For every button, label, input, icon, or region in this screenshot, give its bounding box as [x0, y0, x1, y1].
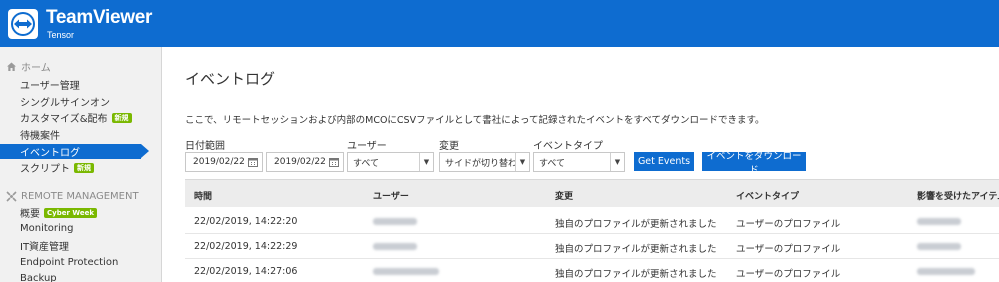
sidebar-item-endpoint-protection[interactable]: Endpoint Protection	[0, 255, 162, 270]
change-select[interactable]: サイドが切り替わり ▼	[439, 152, 530, 172]
download-events-button[interactable]: イベントをダウンロード	[702, 151, 806, 176]
sidebar-item-scripts[interactable]: スクリプト 新規	[0, 160, 162, 175]
sidebar-item-single-sign-on[interactable]: シングルサインオン	[0, 94, 162, 109]
change-select-value: サイドが切り替わり	[445, 158, 527, 169]
chevron-down-icon: ▼	[610, 153, 624, 171]
cell-event-type: ユーザーのプロファイル	[736, 219, 841, 230]
sidebar-item-user-management[interactable]: ユーザー管理	[0, 77, 162, 92]
event-type-label: イベントタイプ	[533, 141, 603, 152]
date-from-field[interactable]: 2019/02/22	[185, 152, 263, 172]
sidebar-item-label: 待機案件	[20, 131, 60, 142]
sidebar-item-label: カスタマイズ&配布	[20, 114, 108, 125]
sidebar-item-label: Backup	[20, 273, 57, 282]
sidebar-item-overview[interactable]: 概要 Cyber Week	[0, 205, 162, 220]
new-badge: 新規	[111, 112, 132, 123]
table-header: 時間 ユーザー 変更 イベントタイプ 影響を受けたアイテム	[185, 179, 999, 207]
sidebar: ホーム ユーザー管理 シングルサインオン カスタマイズ&配布 新規 待機案件 イ…	[0, 47, 162, 282]
user-filter-label: ユーザー	[347, 141, 387, 152]
redacted-affected-item	[917, 243, 961, 250]
sidebar-item-backup[interactable]: Backup	[0, 271, 162, 282]
sidebar-home-label: ホーム	[21, 62, 51, 74]
sidebar-item-monitoring[interactable]: Monitoring	[0, 221, 162, 236]
chevron-down-icon: ▼	[419, 153, 433, 171]
sidebar-item-label: Endpoint Protection	[20, 257, 119, 268]
cell-change: 独自のプロファイルが更新されました	[555, 269, 717, 280]
sidebar-item-label: 概要	[20, 209, 40, 220]
cell-time: 22/02/2019, 14:22:29	[194, 241, 298, 252]
redacted-affected-item	[917, 268, 975, 275]
cell-change: 独自のプロファイルが更新されました	[555, 219, 717, 230]
teamviewer-logo-icon[interactable]	[8, 9, 38, 39]
event-type-select-value: すべて	[539, 158, 566, 169]
column-header-affected-item[interactable]: 影響を受けたアイテム	[917, 189, 999, 202]
remote-management-icon	[6, 190, 17, 202]
sidebar-item-label: イベントログ	[20, 148, 80, 159]
cell-time: 22/02/2019, 14:27:06	[194, 266, 298, 277]
cell-event-type: ユーザーのプロファイル	[736, 269, 841, 280]
redacted-user	[373, 243, 417, 250]
table-row[interactable]: 22/02/2019, 14:27:06 独自のプロファイルが更新されました ユ…	[185, 259, 999, 282]
sidebar-item-label: シングルサインオン	[20, 98, 110, 109]
calendar-icon[interactable]	[248, 157, 258, 167]
brand-name[interactable]: TeamViewer	[46, 8, 152, 28]
page-title: イベントログ	[185, 70, 276, 88]
sidebar-item-label: Monitoring	[20, 223, 74, 234]
sidebar-item-event-log[interactable]: イベントログ	[0, 144, 149, 159]
redacted-user	[373, 268, 439, 275]
cell-event-type: ユーザーのプロファイル	[736, 244, 841, 255]
column-header-time[interactable]: 時間	[194, 189, 212, 202]
change-filter-label: 変更	[439, 141, 459, 152]
column-header-change[interactable]: 変更	[555, 189, 573, 202]
user-select-value: すべて	[353, 158, 380, 169]
sidebar-item-label: IT資産管理	[20, 242, 70, 253]
date-to-field[interactable]: 2019/02/22	[266, 152, 344, 172]
calendar-icon[interactable]	[329, 157, 339, 167]
home-icon	[6, 61, 17, 72]
brand-subtitle: Tensor	[47, 30, 75, 40]
chevron-down-icon: ▼	[515, 153, 529, 171]
event-type-select[interactable]: すべて ▼	[533, 152, 625, 172]
cyber-week-badge: Cyber Week	[44, 207, 97, 218]
cell-change: 独自のプロファイルが更新されました	[555, 244, 717, 255]
new-badge: 新規	[74, 162, 94, 173]
date-to-value: 2019/02/22	[274, 157, 326, 167]
top-bar: TeamViewer Tensor	[0, 0, 999, 47]
remote-management-label: REMOTE MANAGEMENT	[21, 190, 139, 202]
sidebar-home-link[interactable]: ホーム	[6, 59, 51, 74]
get-events-button[interactable]: Get Events	[634, 152, 694, 171]
redacted-affected-item	[917, 218, 961, 225]
sidebar-item-label: スクリプト	[20, 164, 70, 175]
page-description: ここで、リモートセッションおよび内部のMCOにCSVファイルとして書社によって記…	[185, 115, 765, 126]
sidebar-item-customize-deploy[interactable]: カスタマイズ&配布 新規	[0, 110, 162, 125]
redacted-user	[373, 218, 417, 225]
sidebar-item-label: ユーザー管理	[20, 81, 80, 92]
date-range-label: 日付範囲	[185, 141, 225, 152]
table-row[interactable]: 22/02/2019, 14:22:20 独自のプロファイルが更新されました ユ…	[185, 209, 999, 234]
sidebar-item-pending-cases[interactable]: 待機案件	[0, 127, 162, 142]
sidebar-item-it-assets[interactable]: IT資産管理	[0, 238, 162, 253]
table-row[interactable]: 22/02/2019, 14:22:29 独自のプロファイルが更新されました ユ…	[185, 234, 999, 259]
column-header-event-type[interactable]: イベントタイプ	[736, 189, 799, 202]
date-from-value: 2019/02/22	[193, 157, 245, 167]
cell-time: 22/02/2019, 14:22:20	[194, 216, 298, 227]
remote-management-header[interactable]: REMOTE MANAGEMENT	[6, 189, 139, 203]
user-select[interactable]: すべて ▼	[347, 152, 434, 172]
column-header-user[interactable]: ユーザー	[373, 189, 409, 202]
